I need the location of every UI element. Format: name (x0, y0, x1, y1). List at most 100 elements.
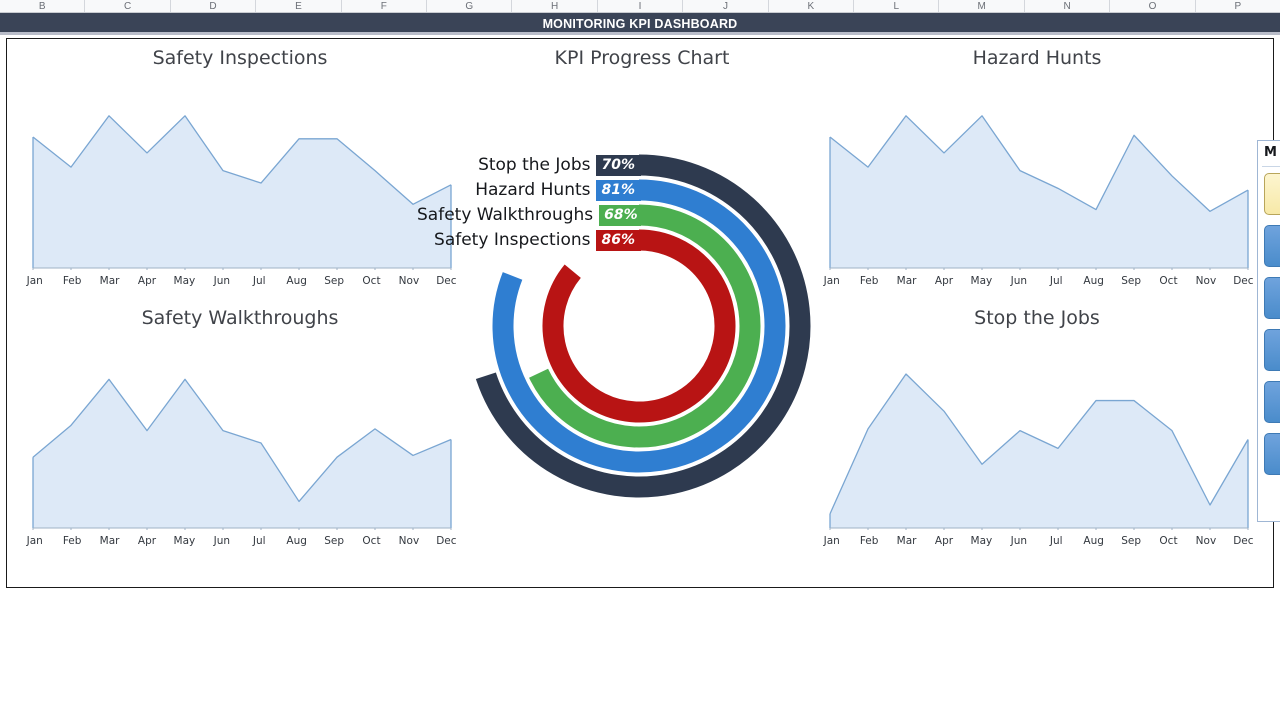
chart-panel-stop-the-jobs: Stop the Jobs Jan Feb Mar Apr May Jun Jul Aug Se… (812, 307, 1262, 562)
x-axis-label: Jul (1049, 535, 1063, 547)
kpi-radial-svg (475, 154, 811, 498)
column-header-c[interactable]: C (85, 0, 171, 12)
x-axis-label: Jul (1049, 275, 1063, 287)
kpi-legend-label: Stop the Jobs (478, 155, 591, 175)
kpi-legend-label: Hazard Hunts (475, 180, 591, 200)
x-axis-label: Sep (1121, 535, 1141, 547)
x-axis-label: Feb (62, 535, 82, 547)
column-header-m[interactable]: M (939, 0, 1025, 12)
x-axis-label: Oct (1159, 275, 1178, 287)
x-axis-label: May (970, 535, 993, 547)
x-axis-label: Jun (1010, 275, 1028, 287)
x-axis-label: Nov (1195, 275, 1217, 287)
x-axis-label: Oct (362, 535, 381, 547)
kpi-progress-chart-title: KPI Progress Chart (554, 47, 730, 69)
side-panel-button-1[interactable] (1264, 173, 1280, 215)
column-header-d[interactable]: D (171, 0, 257, 12)
area-chart-safety-inspections (15, 85, 465, 270)
area-chart-safety-walkthroughs (15, 345, 465, 530)
dashboard-screenshot: BCDEFGHIJKLMNOP MONITORING KPI DASHBOARD… (0, 0, 1280, 720)
side-panel-button-3[interactable] (1264, 277, 1280, 319)
x-axis-label: Jan (26, 535, 43, 547)
column-header-i[interactable]: I (598, 0, 684, 12)
x-axis-label: Apr (934, 275, 954, 287)
kpi-legend-label: Safety Walkthroughs (417, 205, 594, 225)
kpi-legend-value: 70% (596, 154, 641, 176)
x-axis-label: Mar (896, 275, 917, 287)
x-axis-label: Mar (896, 535, 917, 547)
x-axis-label: May (173, 275, 196, 287)
x-axis-labels-hazard-hunts: Jan Feb Mar Apr May Jun Jul Aug Sep Oct Nov Dec (812, 275, 1262, 287)
chart-title-safety-walkthroughs: Safety Walkthroughs (141, 307, 339, 329)
x-axis-label: Mar (99, 535, 120, 547)
column-header-p[interactable]: P (1196, 0, 1280, 12)
kpi-legend-label: Safety Inspections (434, 230, 591, 250)
x-axis-labels-stop-the-jobs: Jan Feb Mar Apr May Jun Jul Aug Sep Oct Nov Dec (812, 535, 1262, 547)
dashboard-title-bar: MONITORING KPI DASHBOARD (0, 13, 1280, 35)
dashboard-title: MONITORING KPI DASHBOARD (542, 17, 738, 31)
chart-title-safety-inspections: Safety Inspections (152, 47, 328, 69)
chart-title-stop-the-jobs: Stop the Jobs (974, 307, 1100, 329)
column-header-j[interactable]: J (683, 0, 769, 12)
area-fill (33, 115, 451, 268)
column-header-h[interactable]: H (512, 0, 598, 12)
column-header-e[interactable]: E (256, 0, 342, 12)
x-axis-label: Jun (213, 275, 231, 287)
area-chart-stop-the-jobs (812, 345, 1262, 530)
spreadsheet-column-headers: BCDEFGHIJKLMNOP (0, 0, 1280, 13)
column-header-f[interactable]: F (342, 0, 428, 12)
x-axis-label: Apr (934, 535, 954, 547)
x-axis-label: May (173, 535, 196, 547)
x-axis-label: Jul (252, 535, 266, 547)
x-axis-label: Oct (1159, 535, 1178, 547)
x-axis-label: Nov (1195, 535, 1217, 547)
kpi-progress-chart-panel: KPI Progress Chart Stop the Jobs 70% Hazar… (417, 47, 867, 562)
chart-panel-safety-inspections: Safety Inspections Jan Feb Mar Apr May Jun Jul… (15, 47, 465, 302)
kpi-legend-value: 68% (599, 204, 641, 226)
area-fill (830, 115, 1248, 268)
side-panel-button-4[interactable] (1264, 329, 1280, 371)
kpi-ring-safety-inspections (542, 229, 736, 423)
side-panel-divider (1262, 166, 1280, 167)
x-axis-label: May (970, 275, 993, 287)
area-fill (830, 374, 1248, 528)
area-fill (33, 379, 451, 528)
x-axis-label: Sep (324, 275, 344, 287)
kpi-legend-value: 86% (596, 229, 641, 251)
chart-panel-safety-walkthroughs: Safety Walkthroughs Jan Feb Mar Apr May Jun Ju… (15, 307, 465, 562)
column-header-g[interactable]: G (427, 0, 513, 12)
column-header-l[interactable]: L (854, 0, 940, 12)
x-axis-label: Aug (286, 275, 307, 287)
x-axis-label: Aug (286, 535, 307, 547)
x-axis-label: Jan (26, 275, 43, 287)
x-axis-label: Jun (1010, 535, 1028, 547)
x-axis-label: Oct (362, 275, 381, 287)
side-panel-button-6[interactable] (1264, 433, 1280, 475)
kpi-radial-donut (417, 79, 867, 539)
side-panel-title: M (1264, 145, 1277, 160)
kpi-legend-row: Safety Inspections 86% (417, 229, 641, 251)
x-axis-label: Apr (137, 535, 157, 547)
x-axis-label: Sep (324, 535, 344, 547)
x-axis-label: Dec (1233, 535, 1254, 547)
x-axis-labels-safety-walkthroughs: Jan Feb Mar Apr May Jun Jul Aug Sep Oct Nov Dec (15, 535, 465, 547)
side-panel: M (1257, 140, 1280, 522)
column-header-k[interactable]: K (769, 0, 855, 12)
kpi-legend-row: Hazard Hunts 81% (417, 179, 641, 201)
column-header-n[interactable]: N (1025, 0, 1111, 12)
column-header-o[interactable]: O (1110, 0, 1196, 12)
side-panel-button-5[interactable] (1264, 381, 1280, 423)
kpi-legend-row: Safety Walkthroughs 68% (417, 204, 641, 226)
x-axis-label: Jul (252, 275, 266, 287)
chart-panel-hazard-hunts: Hazard Hunts Jan Feb Mar Apr May Jun Jul Aug Sep… (812, 47, 1262, 302)
column-header-b[interactable]: B (0, 0, 86, 12)
kpi-legend-value: 81% (596, 179, 641, 201)
chart-title-hazard-hunts: Hazard Hunts (972, 47, 1102, 69)
dashboard-canvas: Safety Inspections Jan Feb Mar Apr May Jun Jul… (6, 38, 1274, 588)
x-axis-label: Feb (62, 275, 82, 287)
x-axis-label: Apr (137, 275, 157, 287)
side-panel-button-2[interactable] (1264, 225, 1280, 267)
area-chart-hazard-hunts (812, 85, 1262, 270)
x-axis-label: Sep (1121, 275, 1141, 287)
kpi-legend-row: Stop the Jobs 70% (417, 154, 641, 176)
